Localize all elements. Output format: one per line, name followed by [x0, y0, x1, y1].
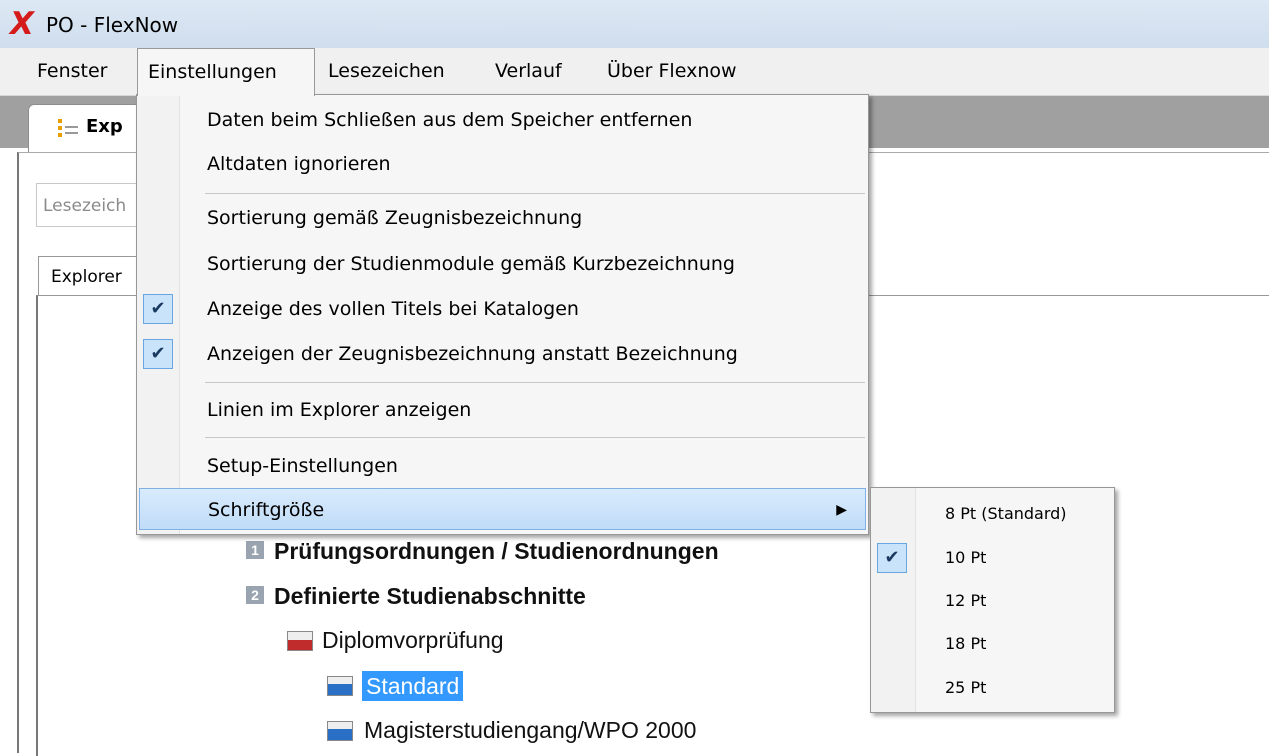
menu-lesezeichen[interactable]: Lesezeichen	[318, 48, 478, 95]
tree-badge-2: 2	[246, 586, 264, 604]
menu-item-label: Sortierung gemäß Zeugnisbezeichnung	[207, 207, 583, 229]
menu-item-setup-einstellungen[interactable]: Setup-Einstellungen	[139, 445, 866, 487]
tree-item-standard[interactable]: Standard	[362, 671, 464, 701]
menu-item-label: Daten beim Schließen aus dem Speicher en…	[207, 109, 693, 131]
title-bar: X PO - FlexNow	[0, 0, 1269, 48]
menu-item-altdaten-ignorieren[interactable]: Altdaten ignorieren	[139, 143, 866, 185]
folder-blue-icon	[327, 721, 353, 741]
menu-fenster[interactable]: Fenster	[27, 48, 133, 95]
window-title: PO - FlexNow	[46, 13, 179, 37]
menu-einstellungen[interactable]: Einstellungen	[137, 48, 315, 96]
document-tab-label: Exp	[86, 116, 123, 137]
menu-ueber-flexnow[interactable]: Über Flexnow	[597, 48, 767, 95]
menu-item-sortierung-zeugnis[interactable]: Sortierung gemäß Zeugnisbezeichnung	[139, 197, 866, 239]
menu-item-label: Anzeigen der Zeugnisbezeichnung anstatt …	[207, 343, 738, 365]
menu-bar: Fenster Einstellungen Lesezeichen Verlau…	[0, 48, 1269, 96]
menu-item-label: Schriftgröße	[208, 499, 325, 521]
menu-item-voller-titel[interactable]: ✔ Anzeige des vollen Titels bei Kataloge…	[139, 288, 866, 330]
tree-item-studienabschnitte[interactable]: Definierte Studienabschnitte	[274, 583, 586, 609]
explorer-tree-icon	[58, 117, 80, 139]
menu-item-label: Anzeige des vollen Titels bei Katalogen	[207, 298, 579, 320]
submenu-arrow-icon: ▶	[836, 502, 847, 518]
tree-badge-1: 1	[246, 541, 264, 559]
menu-separator	[205, 382, 865, 383]
menu-item-daten-entfernen[interactable]: Daten beim Schließen aus dem Speicher en…	[139, 99, 866, 141]
menu-item-label: Linien im Explorer anzeigen	[207, 399, 472, 421]
font-size-12pt[interactable]: 12 Pt	[871, 579, 1114, 623]
menu-item-zeugnisbezeichnung[interactable]: ✔ Anzeigen der Zeugnisbezeichnung anstat…	[139, 333, 866, 375]
menu-item-label: 8 Pt (Standard)	[945, 504, 1067, 523]
checkmark-icon: ✔	[877, 543, 907, 573]
einstellungen-dropdown-menu: Daten beim Schließen aus dem Speicher en…	[136, 94, 869, 535]
menu-separator	[205, 193, 865, 194]
schriftgroesse-submenu: 8 Pt (Standard) ✔ 10 Pt 12 Pt 18 Pt 25 P…	[870, 487, 1115, 713]
menu-item-label: Setup-Einstellungen	[207, 455, 398, 477]
menu-item-sortierung-studienmodule[interactable]: Sortierung der Studienmodule gemäß Kurzb…	[139, 243, 866, 285]
tree-item-diplomvorpruefung[interactable]: Diplomvorprüfung	[322, 627, 504, 653]
menu-separator	[205, 437, 865, 438]
menu-item-label: Sortierung der Studienmodule gemäß Kurzb…	[207, 253, 735, 275]
menu-verlauf[interactable]: Verlauf	[485, 48, 585, 95]
folder-blue-icon	[327, 676, 353, 696]
folder-red-icon	[287, 631, 313, 651]
font-size-10pt[interactable]: ✔ 10 Pt	[871, 536, 1114, 580]
checkmark-icon: ✔	[143, 339, 173, 369]
font-size-25pt[interactable]: 25 Pt	[871, 666, 1114, 710]
menu-item-linien-anzeigen[interactable]: Linien im Explorer anzeigen	[139, 389, 866, 431]
checkmark-icon: ✔	[143, 294, 173, 324]
menu-item-label: 12 Pt	[945, 591, 987, 610]
font-size-18pt[interactable]: 18 Pt	[871, 622, 1114, 666]
tab-explorer[interactable]: Explorer	[38, 256, 148, 296]
bookmark-input[interactable]: Lesezeich	[36, 183, 146, 227]
flexnow-logo-icon: X	[10, 6, 34, 42]
menu-item-label: 18 Pt	[945, 634, 987, 653]
menu-item-schriftgroesse[interactable]: Schriftgröße ▶	[139, 488, 866, 530]
tree-item-magisterstudiengang[interactable]: Magisterstudiengang/WPO 2000	[364, 717, 696, 743]
menu-item-label: Altdaten ignorieren	[207, 153, 391, 175]
font-size-8pt[interactable]: 8 Pt (Standard)	[871, 492, 1114, 536]
menu-item-label: 10 Pt	[945, 548, 987, 567]
tree-item-pruefungsordnungen[interactable]: Prüfungsordnungen / Studienordnungen	[274, 538, 719, 564]
menu-item-label: 25 Pt	[945, 678, 987, 697]
